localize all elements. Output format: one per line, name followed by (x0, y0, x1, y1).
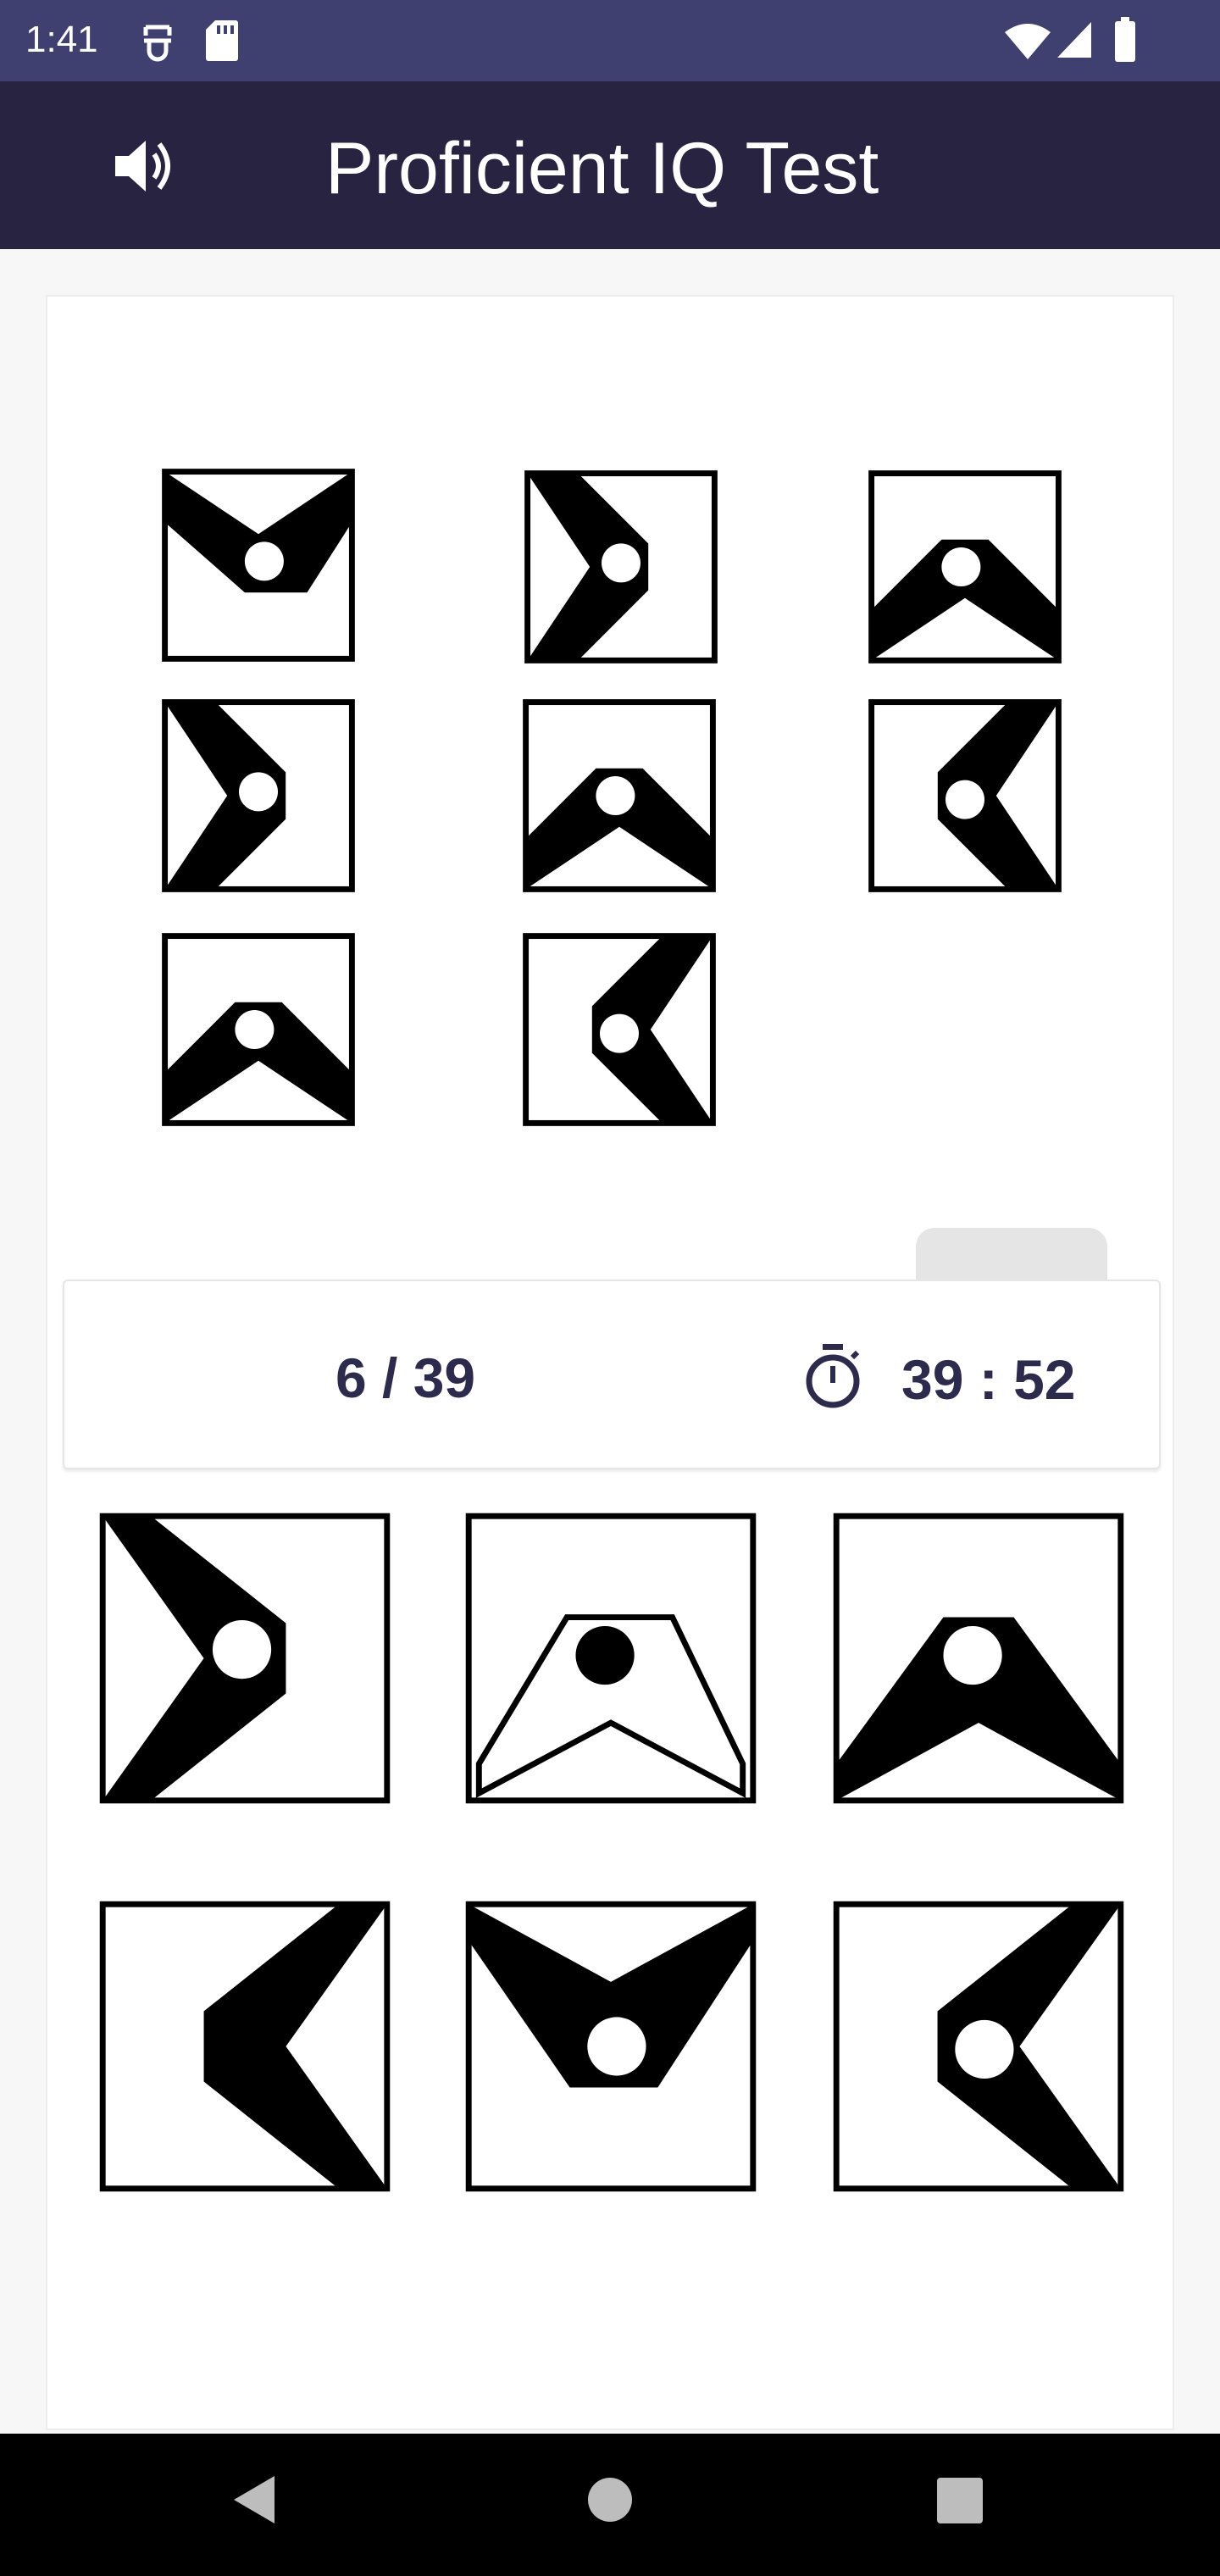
stopwatch-icon (801, 1342, 864, 1410)
wifi-icon (1003, 22, 1052, 65)
status-bar: 1:41 (0, 0, 1220, 81)
timer: 39 : 52 (901, 1348, 1076, 1411)
status-time: 1:41 (25, 19, 98, 60)
volume-icon (115, 141, 170, 192)
question-progress: 6 / 39 (336, 1346, 476, 1409)
question-card: ? 6 / 39 39 : 52 (46, 295, 1174, 2430)
grid-cell (522, 932, 717, 1127)
grid-cell (868, 469, 1062, 664)
answer-option[interactable] (98, 1900, 391, 2193)
grid-cell (161, 468, 356, 663)
recents-icon[interactable] (937, 2478, 983, 2528)
back-icon[interactable] (230, 2473, 278, 2531)
grid-cell (161, 932, 356, 1127)
answer-option[interactable] (832, 1900, 1125, 2193)
signal-icon (1056, 20, 1093, 64)
grid-cell (868, 698, 1062, 893)
assistant-icon (137, 20, 178, 67)
answer-option[interactable] (464, 1900, 757, 2193)
sd-card-icon (205, 19, 239, 67)
answer-option[interactable] (98, 1512, 391, 1805)
info-bar: 6 / 39 39 : 52 (63, 1280, 1161, 1469)
grid-cell (524, 469, 718, 664)
navigation-bar (0, 2434, 1220, 2576)
home-icon[interactable] (586, 2476, 634, 2528)
answer-option[interactable] (832, 1512, 1125, 1805)
battery-icon (1113, 17, 1137, 67)
app-title: Proficient IQ Test (325, 128, 879, 209)
grid-cell (522, 698, 717, 893)
volume-button[interactable] (108, 130, 180, 202)
app-bar: Proficient IQ Test (0, 81, 1220, 249)
answer-option[interactable] (464, 1512, 757, 1805)
grid-cell (161, 698, 356, 893)
